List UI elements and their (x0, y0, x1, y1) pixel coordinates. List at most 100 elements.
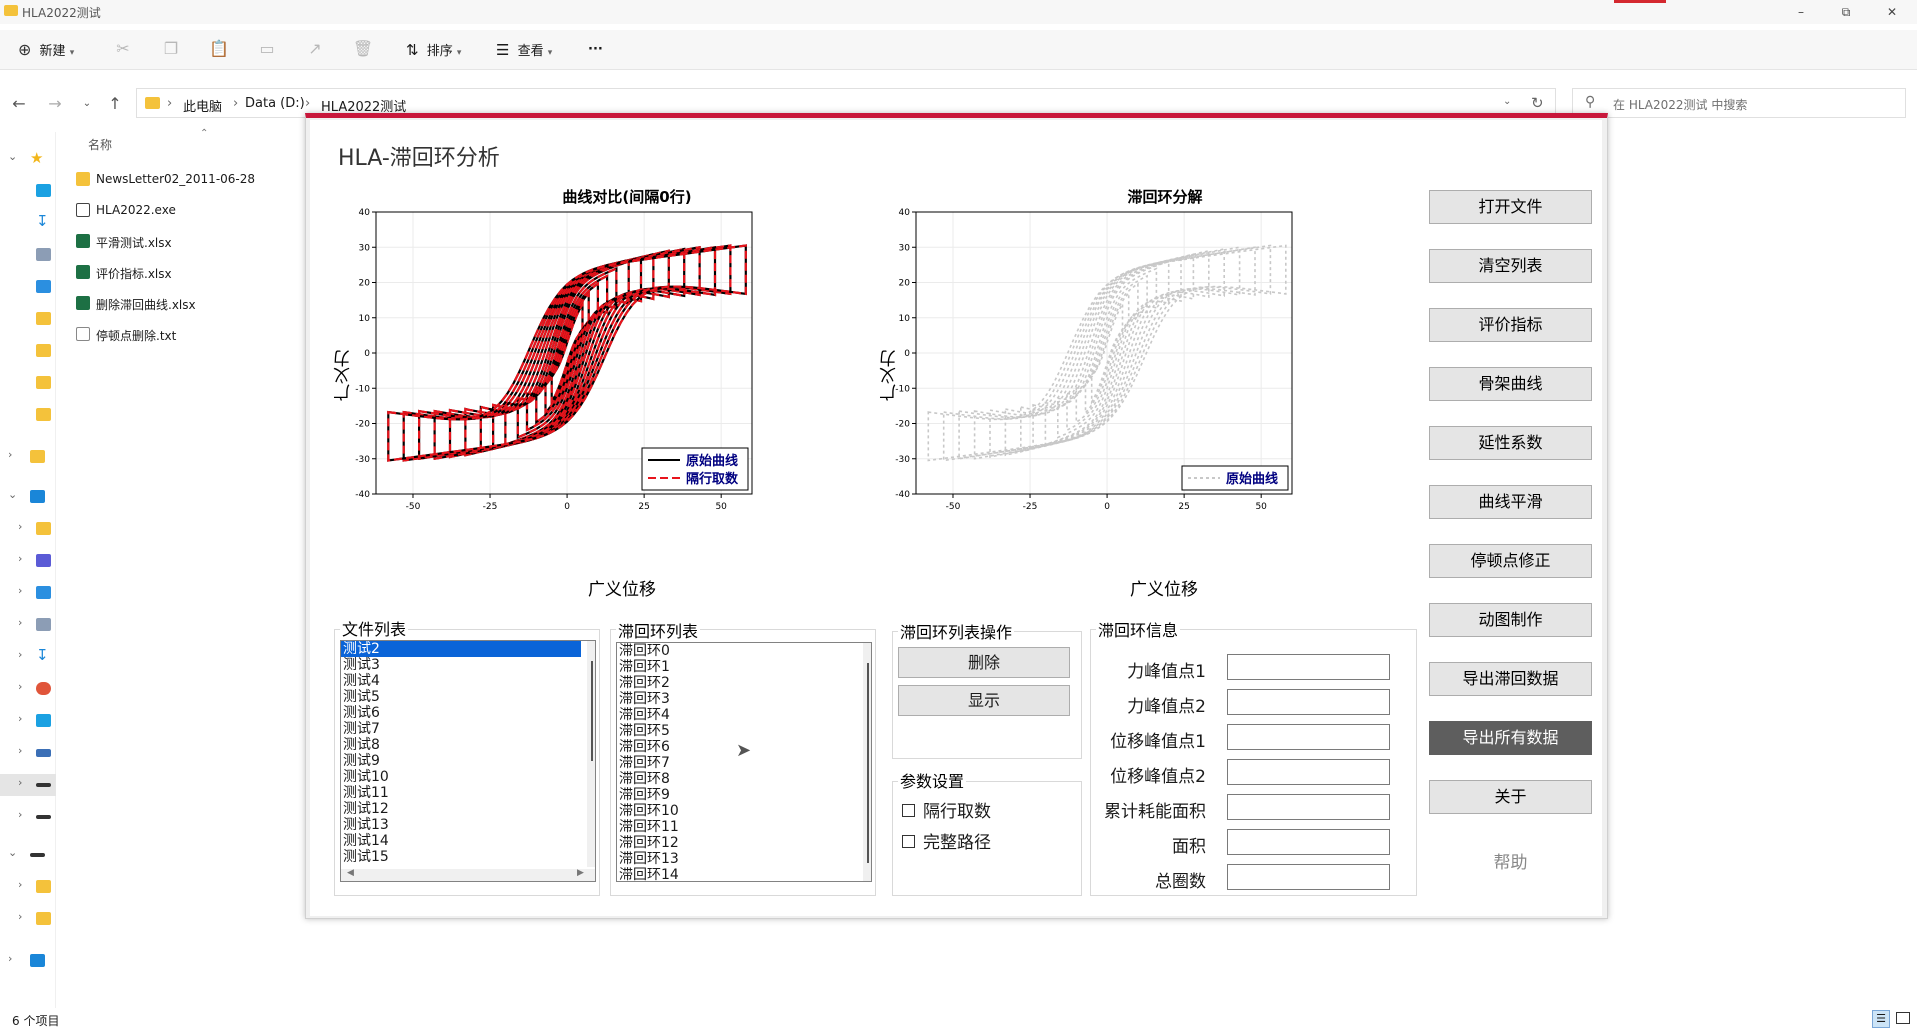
ductility-coefficient-button[interactable]: 延性系数 (1429, 426, 1592, 460)
file-list-item[interactable]: 测试3 (341, 657, 581, 673)
nav-item[interactable]: › ↧ (0, 646, 56, 668)
nav-quick-access[interactable]: ⌄ ★ (0, 148, 56, 170)
export-hysteresis-button[interactable]: 导出滞回数据 (1429, 662, 1592, 696)
curve-smoothing-button[interactable]: 曲线平滑 (1429, 485, 1592, 519)
cumulative-energy-field[interactable] (1227, 794, 1390, 820)
nav-item[interactable] (0, 308, 56, 330)
skip-rows-checkbox[interactable]: 隔行取数 (902, 797, 991, 822)
loop-list-item[interactable]: 滞回环2 (617, 675, 857, 691)
loop-listbox[interactable]: 滞回环0 滞回环1 滞回环2 滞回环3 滞回环4 滞回环5 滞回环6 滞回环7 滞回环8 滞回环9… (616, 642, 872, 882)
new-button[interactable]: ⊕ 新建 ▾ (18, 36, 74, 64)
nav-this-pc[interactable]: ⌄ (0, 486, 56, 508)
nav-item[interactable]: › (0, 614, 56, 636)
scroll-right-icon[interactable]: ▶ (577, 868, 584, 878)
file-list-item[interactable]: 测试10 (341, 769, 581, 785)
loop-list-item[interactable]: 滞回环10 (617, 803, 857, 819)
disp-peak1-field[interactable] (1227, 724, 1390, 750)
nav-network[interactable]: › (0, 950, 56, 972)
file-list-item[interactable]: 测试2 (341, 641, 581, 657)
nav-item[interactable]: ⌄ (0, 844, 56, 866)
copy-icon[interactable]: ❐ (160, 38, 182, 60)
nav-item[interactable]: › (0, 710, 56, 732)
share-icon[interactable]: ↗ (304, 38, 326, 60)
delete-icon[interactable]: 🗑 (352, 38, 374, 60)
recent-chevron-icon[interactable]: ⌄ (76, 93, 98, 115)
open-file-button[interactable]: 打开文件 (1429, 190, 1592, 224)
view-button[interactable]: ☰ 查看 ▾ (496, 36, 552, 64)
rename-icon[interactable]: ▭ (256, 38, 278, 60)
minimize-icon[interactable]: – (1786, 2, 1816, 22)
pause-point-correction-button[interactable]: 停顿点修正 (1429, 544, 1592, 578)
loop-list-item[interactable]: 滞回环1 (617, 659, 857, 675)
sort-button[interactable]: ⇅ 排序 ▾ (406, 36, 461, 64)
file-list-item[interactable]: 测试6 (341, 705, 581, 721)
file-list-item[interactable]: 测试11 (341, 785, 581, 801)
cut-icon[interactable]: ✂ (112, 38, 134, 60)
horizontal-scrollbar[interactable]: ◀ ▶ (341, 868, 595, 881)
nav-item[interactable] (0, 404, 56, 426)
nav-item[interactable]: › (0, 876, 56, 898)
force-peak1-field[interactable] (1227, 654, 1390, 680)
export-all-button[interactable]: 导出所有数据 (1429, 721, 1592, 755)
forward-arrow-icon[interactable]: → (44, 93, 66, 115)
loop-list-item[interactable]: 滞回环13 (617, 851, 857, 867)
disp-peak2-field[interactable] (1227, 759, 1390, 785)
vertical-scrollbar[interactable] (863, 643, 871, 881)
help-link[interactable]: 帮助 (1429, 848, 1592, 873)
file-list-item[interactable]: 测试5 (341, 689, 581, 705)
force-peak2-field[interactable] (1227, 689, 1390, 715)
scroll-left-icon[interactable]: ◀ (347, 868, 354, 878)
breadcrumb-item[interactable]: Data (D:) (245, 96, 305, 111)
loop-list-item[interactable]: 滞回环8 (617, 771, 857, 787)
breadcrumb-item[interactable]: 此电脑 (183, 96, 222, 115)
loop-list-item[interactable]: 滞回环12 (617, 835, 857, 851)
vertical-scrollbar[interactable] (587, 641, 595, 867)
show-loop-button[interactable]: 显示 (898, 685, 1070, 716)
file-list-item[interactable]: 测试12 (341, 801, 581, 817)
nav-item[interactable]: ↧ (0, 212, 56, 234)
nav-item[interactable]: › (0, 550, 56, 572)
more-button[interactable]: ··· (588, 36, 603, 64)
nav-item[interactable]: › (0, 446, 56, 468)
nav-item[interactable]: › (0, 908, 56, 930)
loop-list-item[interactable]: 滞回环4 (617, 707, 857, 723)
search-input[interactable]: ⚲ 在 HLA2022测试 中搜索 (1572, 88, 1906, 118)
close-icon[interactable]: ✕ (1877, 2, 1907, 22)
up-arrow-icon[interactable]: ↑ (104, 93, 126, 115)
back-arrow-icon[interactable]: ← (8, 93, 30, 115)
nav-item[interactable] (0, 340, 56, 362)
loop-list-item[interactable]: 滞回环0 (617, 643, 857, 659)
column-header-name[interactable]: 名称 (88, 136, 112, 153)
file-list-item[interactable]: 测试9 (341, 753, 581, 769)
file-list-item[interactable]: 测试15 (341, 849, 581, 865)
scrollbar-thumb[interactable] (867, 663, 869, 863)
file-listbox[interactable]: 测试2 测试3 测试4 测试5 测试6 测试7 测试8 测试9 测试10 测试11 测试12 测试13… (340, 640, 596, 882)
tiles-view-icon[interactable] (1896, 1012, 1910, 1024)
loop-list-item[interactable]: 滞回环3 (617, 691, 857, 707)
loop-list-item[interactable]: 滞回环9 (617, 787, 857, 803)
nav-item[interactable] (0, 276, 56, 298)
loop-list-item[interactable]: 滞回环5 (617, 723, 857, 739)
nav-item[interactable]: › (0, 806, 56, 828)
loop-list-item[interactable]: 滞回环11 (617, 819, 857, 835)
loop-list-item[interactable]: 滞回环14 (617, 867, 857, 881)
nav-item[interactable]: › (0, 518, 56, 540)
nav-item[interactable]: › (0, 582, 56, 604)
nav-item[interactable] (0, 372, 56, 394)
nav-item[interactable] (0, 180, 56, 202)
nav-item[interactable] (0, 244, 56, 266)
about-button[interactable]: 关于 (1429, 780, 1592, 814)
refresh-icon[interactable]: ↻ (1531, 94, 1544, 112)
skeleton-curve-button[interactable]: 骨架曲线 (1429, 367, 1592, 401)
animation-button[interactable]: 动图制作 (1429, 603, 1592, 637)
area-field[interactable] (1227, 829, 1390, 855)
restore-icon[interactable]: ⧉ (1831, 2, 1861, 22)
file-list-item[interactable]: 测试4 (341, 673, 581, 689)
nav-item-selected[interactable]: › (0, 774, 56, 796)
evaluation-index-button[interactable]: 评价指标 (1429, 308, 1592, 342)
file-list-item[interactable]: 测试13 (341, 817, 581, 833)
full-path-checkbox[interactable]: 完整路径 (902, 828, 991, 853)
clear-list-button[interactable]: 清空列表 (1429, 249, 1592, 283)
scrollbar-thumb[interactable] (591, 661, 593, 761)
nav-item[interactable]: › (0, 742, 56, 764)
